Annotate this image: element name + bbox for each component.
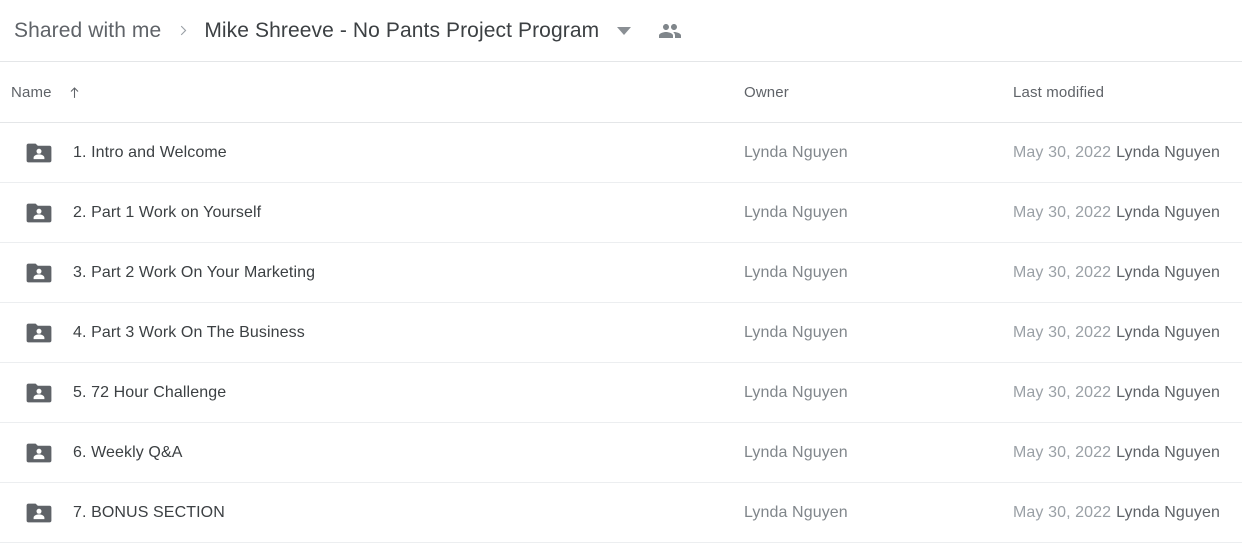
row-owner: Lynda Nguyen [744,503,848,521]
row-modified-by: Lynda Nguyen [1116,443,1220,461]
table-row[interactable]: 1. Intro and Welcome Lynda Nguyen May 30… [0,123,1242,183]
people-shared-icon[interactable] [657,18,683,44]
breadcrumb-bar: Shared with me Mike Shreeve - No Pants P… [0,0,1242,62]
row-owner: Lynda Nguyen [744,143,848,161]
row-name-cell: 5. 72 Hour Challenge [0,381,226,405]
shared-folder-icon [25,381,53,405]
table-row[interactable]: 2. Part 1 Work on Yourself Lynda Nguyen … [0,183,1242,243]
shared-folder-icon [25,141,53,165]
row-name-cell: 3. Part 2 Work On Your Marketing [0,261,315,285]
row-modified-by: Lynda Nguyen [1116,143,1220,161]
table-row[interactable]: 7. BONUS SECTION Lynda Nguyen May 30, 20… [0,483,1242,543]
row-modified-by: Lynda Nguyen [1116,203,1220,221]
row-name-cell: 2. Part 1 Work on Yourself [0,201,261,225]
row-folder-name: 4. Part 3 Work On The Business [73,323,305,341]
row-owner: Lynda Nguyen [744,383,848,401]
row-owner: Lynda Nguyen [744,263,848,281]
row-modified-by: Lynda Nguyen [1116,323,1220,341]
table-row[interactable]: 6. Weekly Q&A Lynda Nguyen May 30, 2022 L… [0,423,1242,483]
row-last-modified: May 30, 2022 Lynda Nguyen [1013,444,1220,462]
column-header-owner[interactable]: Owner [744,84,789,101]
row-modified-date: May 30, 2022 [1013,203,1112,221]
row-modified-date: May 30, 2022 [1013,143,1112,161]
row-last-modified: May 30, 2022 Lynda Nguyen [1013,264,1220,282]
breadcrumb-current-folder[interactable]: Mike Shreeve - No Pants Project Program [204,19,599,43]
row-modified-date: May 30, 2022 [1013,323,1112,341]
row-last-modified: May 30, 2022 Lynda Nguyen [1013,204,1220,222]
row-owner: Lynda Nguyen [744,443,848,461]
row-name-cell: 7. BONUS SECTION [0,501,225,525]
column-header-last-modified[interactable]: Last modified [1013,84,1104,101]
row-modified-date: May 30, 2022 [1013,503,1112,521]
row-folder-name: 5. 72 Hour Challenge [73,383,227,401]
row-last-modified: May 30, 2022 Lynda Nguyen [1013,504,1220,522]
row-last-modified: May 30, 2022 Lynda Nguyen [1013,384,1220,402]
row-owner: Lynda Nguyen [744,323,848,341]
chevron-right-icon [175,22,192,39]
column-header-name-label: Name [11,83,52,101]
column-header-name[interactable]: Name [11,83,84,101]
row-name-cell: 4. Part 3 Work On The Business [0,321,305,345]
shared-folder-icon [25,501,53,525]
row-last-modified: May 30, 2022 Lynda Nguyen [1013,144,1220,162]
arrow-up-icon [66,83,84,101]
row-folder-name: 1. Intro and Welcome [73,143,227,161]
shared-folder-icon [25,261,53,285]
column-header-row: Name Owner Last modified [0,62,1242,123]
row-name-cell: 1. Intro and Welcome [0,141,227,165]
row-modified-date: May 30, 2022 [1013,383,1112,401]
chevron-down-icon[interactable] [613,20,635,42]
row-owner: Lynda Nguyen [744,203,848,221]
shared-folder-icon [25,321,53,345]
file-list: 1. Intro and Welcome Lynda Nguyen May 30… [0,123,1242,543]
row-folder-name: 2. Part 1 Work on Yourself [73,203,262,221]
row-modified-by: Lynda Nguyen [1116,503,1220,521]
row-modified-by: Lynda Nguyen [1116,383,1220,401]
row-name-cell: 6. Weekly Q&A [0,441,183,465]
row-modified-by: Lynda Nguyen [1116,263,1220,281]
shared-folder-icon [25,201,53,225]
row-modified-date: May 30, 2022 [1013,443,1112,461]
table-row[interactable]: 3. Part 2 Work On Your Marketing Lynda N… [0,243,1242,303]
breadcrumb-parent-link[interactable]: Shared with me [14,19,161,43]
row-modified-date: May 30, 2022 [1013,263,1112,281]
row-folder-name: 3. Part 2 Work On Your Marketing [73,263,316,281]
table-row[interactable]: 5. 72 Hour Challenge Lynda Nguyen May 30… [0,363,1242,423]
row-last-modified: May 30, 2022 Lynda Nguyen [1013,324,1220,342]
row-folder-name: 7. BONUS SECTION [73,503,225,521]
row-folder-name: 6. Weekly Q&A [73,443,183,461]
shared-folder-icon [25,441,53,465]
table-row[interactable]: 4. Part 3 Work On The Business Lynda Ngu… [0,303,1242,363]
